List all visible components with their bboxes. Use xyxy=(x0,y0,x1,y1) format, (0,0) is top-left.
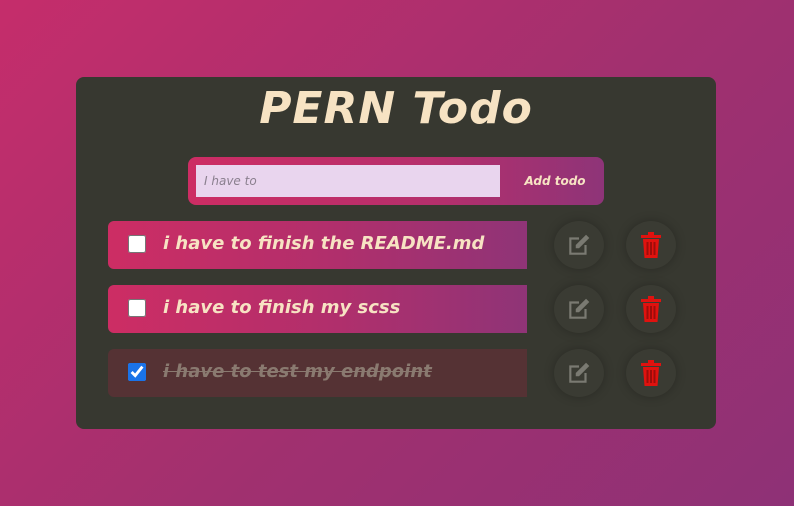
todo-checkbox[interactable] xyxy=(128,299,146,317)
pencil-square-icon xyxy=(569,298,590,319)
todo-item: i have to finish the README.md xyxy=(108,221,688,269)
page-title: PERN Todo xyxy=(259,83,533,134)
edit-button[interactable] xyxy=(554,221,604,269)
todo-checkbox[interactable] xyxy=(128,363,146,381)
todo-item: i have to finish my scss xyxy=(108,285,688,333)
todo-input[interactable] xyxy=(196,165,500,197)
todo-text: i have to test my endpoint xyxy=(163,361,432,382)
trash-icon xyxy=(641,232,661,258)
add-todo-form: Add todo xyxy=(188,157,604,205)
todo-item: i have to test my endpoint xyxy=(108,349,688,397)
edit-button[interactable] xyxy=(554,285,604,333)
delete-button[interactable] xyxy=(626,285,676,333)
delete-button[interactable] xyxy=(626,221,676,269)
todo-bar: i have to finish the README.md xyxy=(108,221,527,269)
todo-card: PERN Todo Add todo i have to finish the … xyxy=(76,77,716,429)
edit-button[interactable] xyxy=(554,349,604,397)
todo-bar: i have to finish my scss xyxy=(108,285,527,333)
add-todo-button[interactable]: Add todo xyxy=(506,165,604,197)
todo-checkbox[interactable] xyxy=(128,235,146,253)
trash-icon xyxy=(641,296,661,322)
delete-button[interactable] xyxy=(626,349,676,397)
trash-icon xyxy=(641,360,661,386)
todo-text: i have to finish the README.md xyxy=(163,233,485,254)
todo-text: i have to finish my scss xyxy=(163,297,401,318)
pencil-square-icon xyxy=(569,234,590,255)
todo-bar: i have to test my endpoint xyxy=(108,349,527,397)
pencil-square-icon xyxy=(569,362,590,383)
